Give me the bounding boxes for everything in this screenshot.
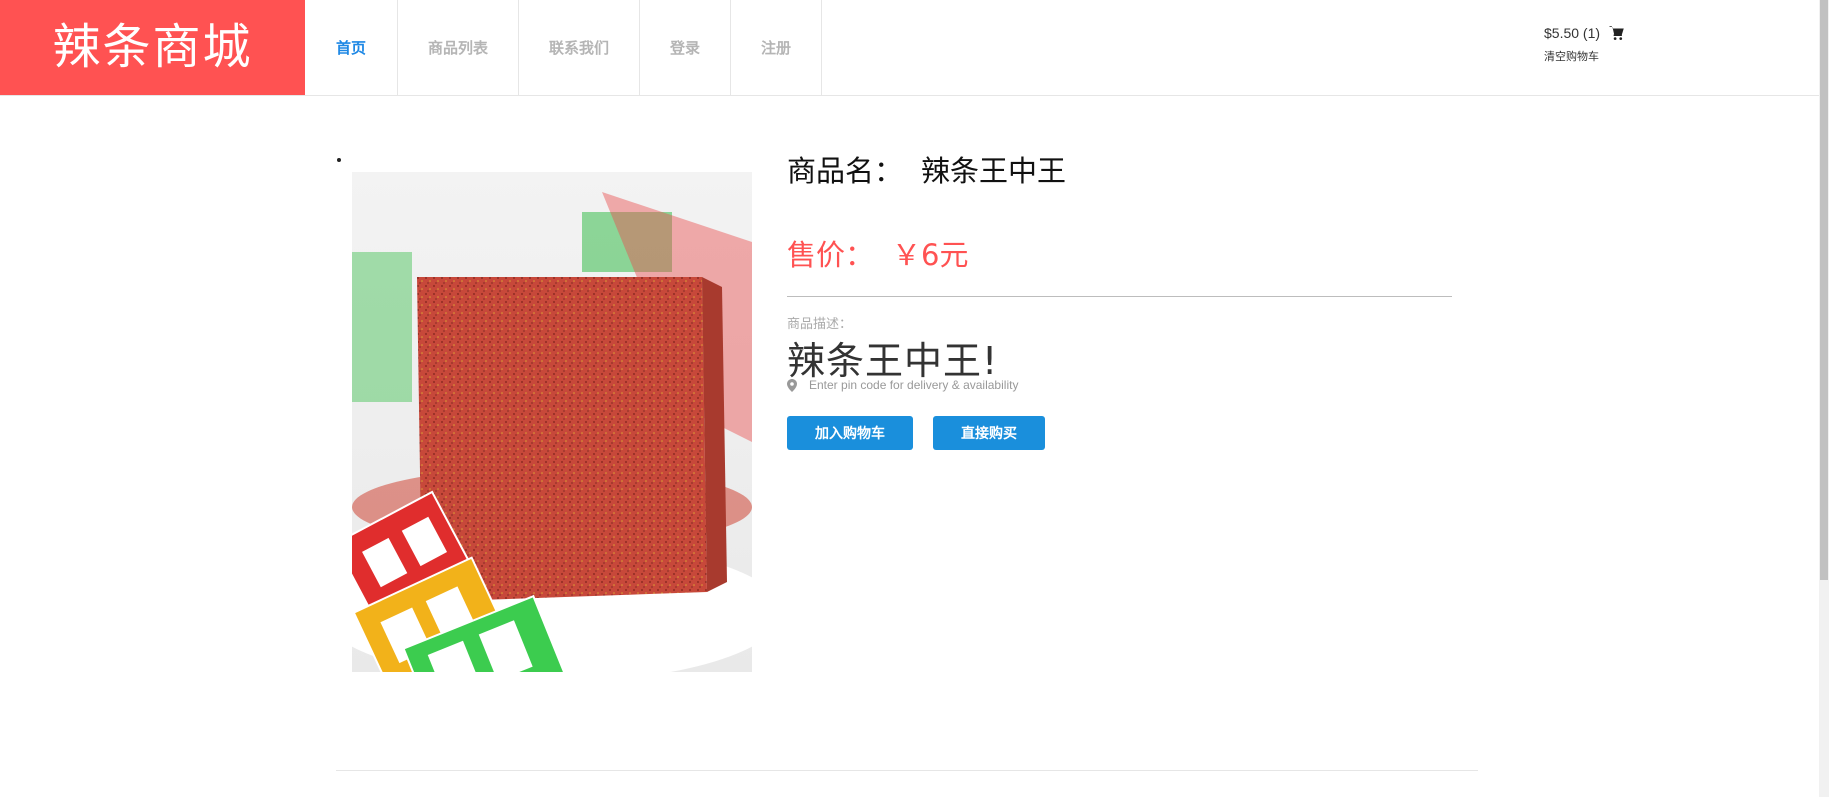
main-nav: 首页 商品列表 联系我们 登录 注册 bbox=[305, 0, 822, 95]
cart-widget[interactable]: $5.50 (1) 清空购物车 bbox=[1544, 24, 1626, 64]
clear-cart-link[interactable]: 清空购物车 bbox=[1544, 48, 1626, 64]
nav-item-login[interactable]: 登录 bbox=[640, 0, 731, 95]
site-logo[interactable]: 辣条商城 bbox=[0, 0, 305, 95]
cart-summary-line[interactable]: $5.50 (1) bbox=[1544, 24, 1626, 42]
footer-divider bbox=[336, 770, 1478, 771]
product-description: 辣条王中王! bbox=[787, 339, 999, 383]
buy-now-button[interactable]: 直接购买 bbox=[933, 416, 1045, 450]
nav-item-register[interactable]: 注册 bbox=[731, 0, 822, 95]
top-header: 辣条商城 首页 商品列表 联系我们 登录 注册 $5.50 (1) 清空购物车 bbox=[0, 0, 1819, 96]
product-title-row: 商品名： 辣条王中王 bbox=[787, 148, 1066, 190]
nav-item-home[interactable]: 首页 bbox=[305, 0, 398, 95]
cart-summary[interactable]: $5.50 (1) bbox=[1544, 25, 1600, 41]
product-price: ￥6元 bbox=[892, 238, 969, 272]
list-bullet bbox=[337, 158, 341, 162]
pin-code-hint: Enter pin code for delivery & availabili… bbox=[787, 378, 1018, 392]
nav-item-product-list[interactable]: 商品列表 bbox=[398, 0, 519, 95]
product-name: 辣条王中王 bbox=[921, 154, 1067, 188]
product-price-label: 售价： bbox=[787, 238, 875, 272]
map-pin-icon bbox=[787, 378, 797, 392]
cart-icon[interactable] bbox=[1608, 24, 1626, 42]
pin-code-hint-text: Enter pin code for delivery & availabili… bbox=[809, 378, 1019, 392]
scrollbar-thumb[interactable] bbox=[1820, 0, 1828, 580]
product-name-label: 商品名： bbox=[787, 154, 904, 188]
product-price-row: 售价： ￥6元 bbox=[787, 232, 968, 274]
page-scrollbar[interactable] bbox=[1819, 0, 1829, 797]
add-to-cart-button[interactable]: 加入购物车 bbox=[787, 416, 913, 450]
nav-item-contact[interactable]: 联系我们 bbox=[519, 0, 640, 95]
product-image bbox=[352, 172, 752, 672]
section-divider bbox=[787, 296, 1452, 297]
